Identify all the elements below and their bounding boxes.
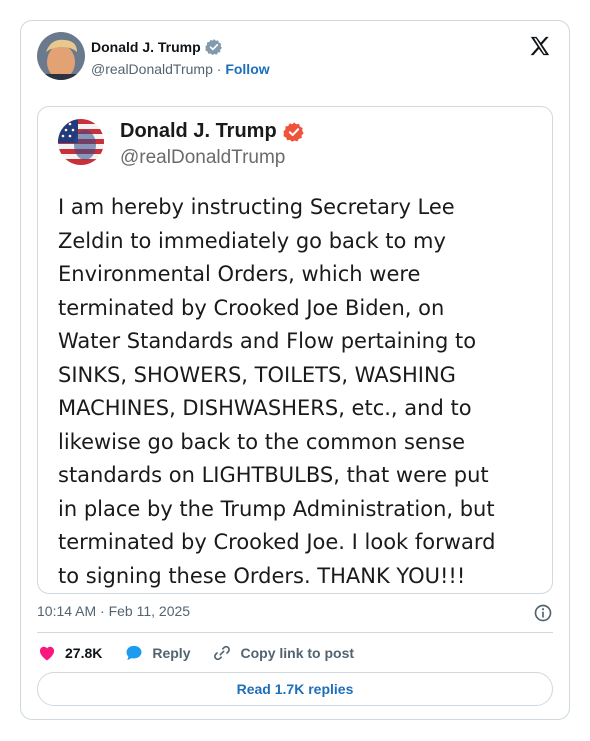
reply-label: Reply: [152, 645, 191, 661]
info-icon[interactable]: [533, 603, 553, 623]
post-text-line: in place by the Trump Administration, bu…: [58, 496, 495, 521]
embedded-post-handle[interactable]: @realDonaldTrump: [120, 147, 285, 169]
verified-badge-icon: [205, 39, 222, 56]
post-text-line: SINKS, SHOWERS, TOILETS, WASHING: [58, 362, 456, 387]
author-handle-row: @realDonaldTrump · Follow: [91, 61, 270, 77]
verified-badge-icon: [283, 121, 304, 142]
post-text-line: I am hereby instructing Secretary Lee: [58, 195, 455, 219]
post-text-line: terminated by Crooked Joe. I look forwar…: [58, 530, 496, 554]
embedded-post-author-name: Donald J. Trump: [120, 120, 277, 142]
post-text-line: MACHINES, DISHWASHERS, etc., and to: [58, 396, 472, 420]
like-button[interactable]: 27.8K: [37, 643, 102, 663]
post-text-line: Water Standards and Flow pertaining to: [58, 329, 477, 353]
post-text-line: standards on LIGHTBULBS, that were put: [58, 463, 489, 487]
post-text-line: likewise go back to the common sense: [58, 429, 466, 454]
heart-icon: [39, 646, 55, 661]
author-name-text: Donald J. Trump: [91, 39, 201, 55]
separator-dot: ·: [216, 61, 222, 77]
flag-portrait-image: [58, 119, 104, 165]
embedded-tweet-card: Donald J. Trump @realDonaldTrump · Follo…: [20, 20, 570, 720]
author-avatar[interactable]: [37, 32, 85, 80]
copy-link-button[interactable]: Copy link to post: [212, 643, 354, 663]
like-count: 27.8K: [65, 645, 103, 661]
copy-link-label: Copy link to post: [240, 645, 355, 661]
embedded-post-author[interactable]: Donald J. Trump: [120, 120, 305, 143]
embedded-post: Donald J. Trump @realDonaldTrump I am he…: [37, 106, 553, 594]
divider: [37, 632, 553, 633]
x-logo-icon[interactable]: [529, 35, 551, 57]
post-text-line: Environmental Orders, which were: [58, 262, 421, 286]
follow-link[interactable]: Follow: [225, 61, 269, 77]
read-replies-label: Read 1.7K replies: [236, 681, 354, 697]
action-bar: 27.8K Reply Copy link to post: [37, 641, 376, 665]
portrait-image: [37, 32, 85, 80]
post-text-line: Zeldin to immediately go back to my: [58, 228, 446, 253]
author-handle[interactable]: @realDonaldTrump: [91, 61, 213, 77]
embedded-post-text: I am hereby instructing Secretary Lee Ze…: [58, 191, 548, 593]
post-text-line: terminated by Crooked Joe Biden, on: [58, 295, 445, 320]
post-text-line: to signing these Orders. THANK YOU!!!: [58, 563, 466, 588]
reply-bubble-icon: [126, 645, 142, 661]
author-name[interactable]: Donald J. Trump: [91, 38, 223, 56]
reply-button[interactable]: Reply: [124, 643, 190, 663]
read-replies-button[interactable]: Read 1.7K replies: [37, 672, 553, 706]
embedded-post-avatar[interactable]: [58, 119, 104, 165]
link-icon: [214, 645, 231, 661]
timestamp-row: 10:14 AM · Feb 11, 2025: [37, 603, 553, 623]
timestamp[interactable]: 10:14 AM · Feb 11, 2025: [37, 603, 190, 619]
